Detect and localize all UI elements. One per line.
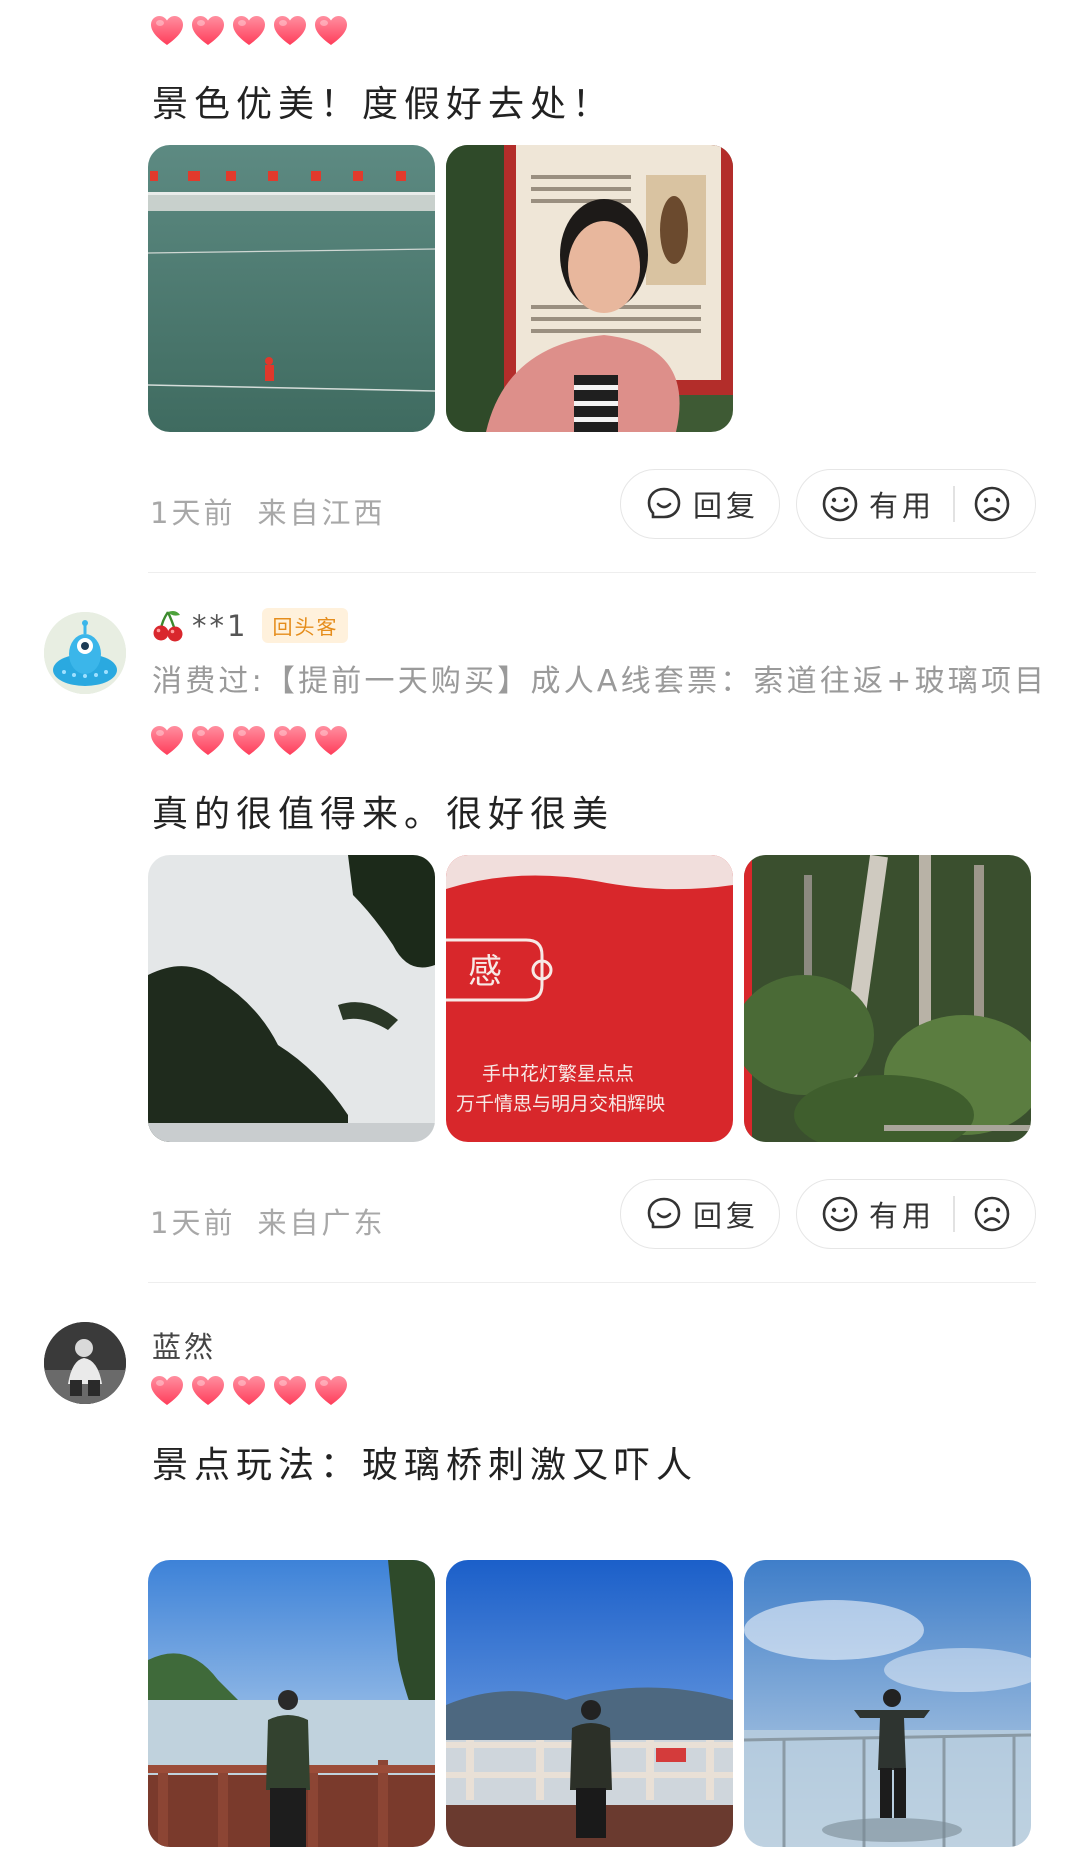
frown-icon[interactable] bbox=[973, 485, 1011, 523]
useful-pill: 有用 bbox=[796, 469, 1036, 539]
reply-label: 回复 bbox=[693, 1199, 760, 1233]
red-banner-photo[interactable]: 感 手中花灯繁星点点 万千情思与明月交相辉映 bbox=[446, 855, 733, 1142]
reply-label: 回复 bbox=[693, 489, 760, 523]
heart-icon bbox=[314, 15, 348, 47]
banner-line-2: 万千情思与明月交相辉映 bbox=[456, 1093, 665, 1115]
cherry-icon bbox=[153, 610, 183, 641]
lake-railing-photo[interactable] bbox=[148, 1560, 435, 1847]
heart-icon bbox=[273, 1375, 307, 1407]
frown-icon[interactable] bbox=[973, 1195, 1011, 1233]
heart-icon bbox=[191, 725, 225, 757]
mountain-view-photo[interactable] bbox=[446, 1560, 733, 1847]
banner-line-1: 手中花灯繁星点点 bbox=[482, 1063, 634, 1085]
comment-icon bbox=[647, 487, 681, 519]
review-text: 真的很值得来。很好很美 bbox=[152, 794, 615, 835]
heart-icon bbox=[150, 725, 184, 757]
divider bbox=[148, 1282, 1036, 1283]
photo-grid: 感 手中花灯繁星点点 万千情思与明月交相辉映 bbox=[148, 855, 1031, 1142]
smile-icon bbox=[822, 1196, 858, 1232]
photo-grid bbox=[148, 1560, 1031, 1847]
review-text: 景色优美！度假好去处！ bbox=[152, 84, 615, 125]
reply-button[interactable]: 回复 bbox=[620, 1179, 780, 1249]
pill-divider bbox=[953, 1196, 955, 1232]
useful-pill: 有用 bbox=[796, 1179, 1036, 1249]
review-location: 来自江西 bbox=[257, 496, 386, 530]
review-time: 1天前 bbox=[150, 1206, 236, 1240]
avatar[interactable] bbox=[44, 1322, 126, 1404]
avatar[interactable] bbox=[44, 612, 126, 694]
review-feed: 景色优美！度假好去处！ 1天前 来自江西 回复 有用 **1 回头客 消费过:【… bbox=[0, 0, 1080, 1857]
heart-icon bbox=[191, 15, 225, 47]
user-line: 蓝然 bbox=[152, 1324, 216, 1366]
username[interactable]: **1 bbox=[192, 609, 248, 643]
photo-grid bbox=[148, 145, 733, 432]
review-meta: 1天前 来自广东 bbox=[150, 1200, 385, 1242]
heart-icon bbox=[232, 725, 266, 757]
review-time: 1天前 bbox=[150, 496, 236, 530]
selfie-by-sign-photo[interactable] bbox=[446, 145, 733, 432]
glass-bridge-tightrope-photo[interactable] bbox=[148, 145, 435, 432]
heart-icon bbox=[314, 1375, 348, 1407]
heart-icon bbox=[273, 725, 307, 757]
heart-icon bbox=[273, 15, 307, 47]
heart-icon bbox=[232, 15, 266, 47]
heart-icon bbox=[314, 725, 348, 757]
trees-sky-photo[interactable] bbox=[148, 855, 435, 1142]
useful-button[interactable]: 有用 bbox=[821, 483, 935, 525]
review-meta: 1天前 来自江西 bbox=[150, 490, 385, 532]
glass-platform-photo[interactable] bbox=[744, 1560, 1031, 1847]
reply-button[interactable]: 回复 bbox=[620, 469, 780, 539]
username[interactable]: 蓝然 bbox=[152, 1324, 216, 1366]
rating-hearts bbox=[150, 725, 348, 759]
heart-icon bbox=[150, 1375, 184, 1407]
rating-hearts bbox=[150, 1375, 348, 1409]
user-line: **1 回头客 bbox=[152, 608, 349, 643]
smile-icon bbox=[822, 486, 858, 522]
heart-icon bbox=[150, 15, 184, 47]
status-badge: 回头客 bbox=[262, 608, 349, 643]
useful-button[interactable]: 有用 bbox=[821, 1193, 935, 1235]
divider bbox=[148, 572, 1036, 573]
banner-fragment: 感 bbox=[468, 952, 502, 992]
purchase-info: 消费过:【提前一天购买】成人A线套票：索道往返+玻璃项目 bbox=[152, 664, 1048, 699]
review-location: 来自广东 bbox=[257, 1206, 386, 1240]
rating-hearts bbox=[150, 15, 348, 49]
comment-icon bbox=[647, 1197, 681, 1229]
pill-divider bbox=[953, 486, 955, 522]
heart-icon bbox=[191, 1375, 225, 1407]
useful-label: 有用 bbox=[869, 489, 936, 523]
forest-photo[interactable] bbox=[744, 855, 1031, 1142]
useful-label: 有用 bbox=[869, 1199, 936, 1233]
heart-icon bbox=[232, 1375, 266, 1407]
review-text: 景点玩法：玻璃桥刺激又吓人 bbox=[152, 1445, 699, 1486]
